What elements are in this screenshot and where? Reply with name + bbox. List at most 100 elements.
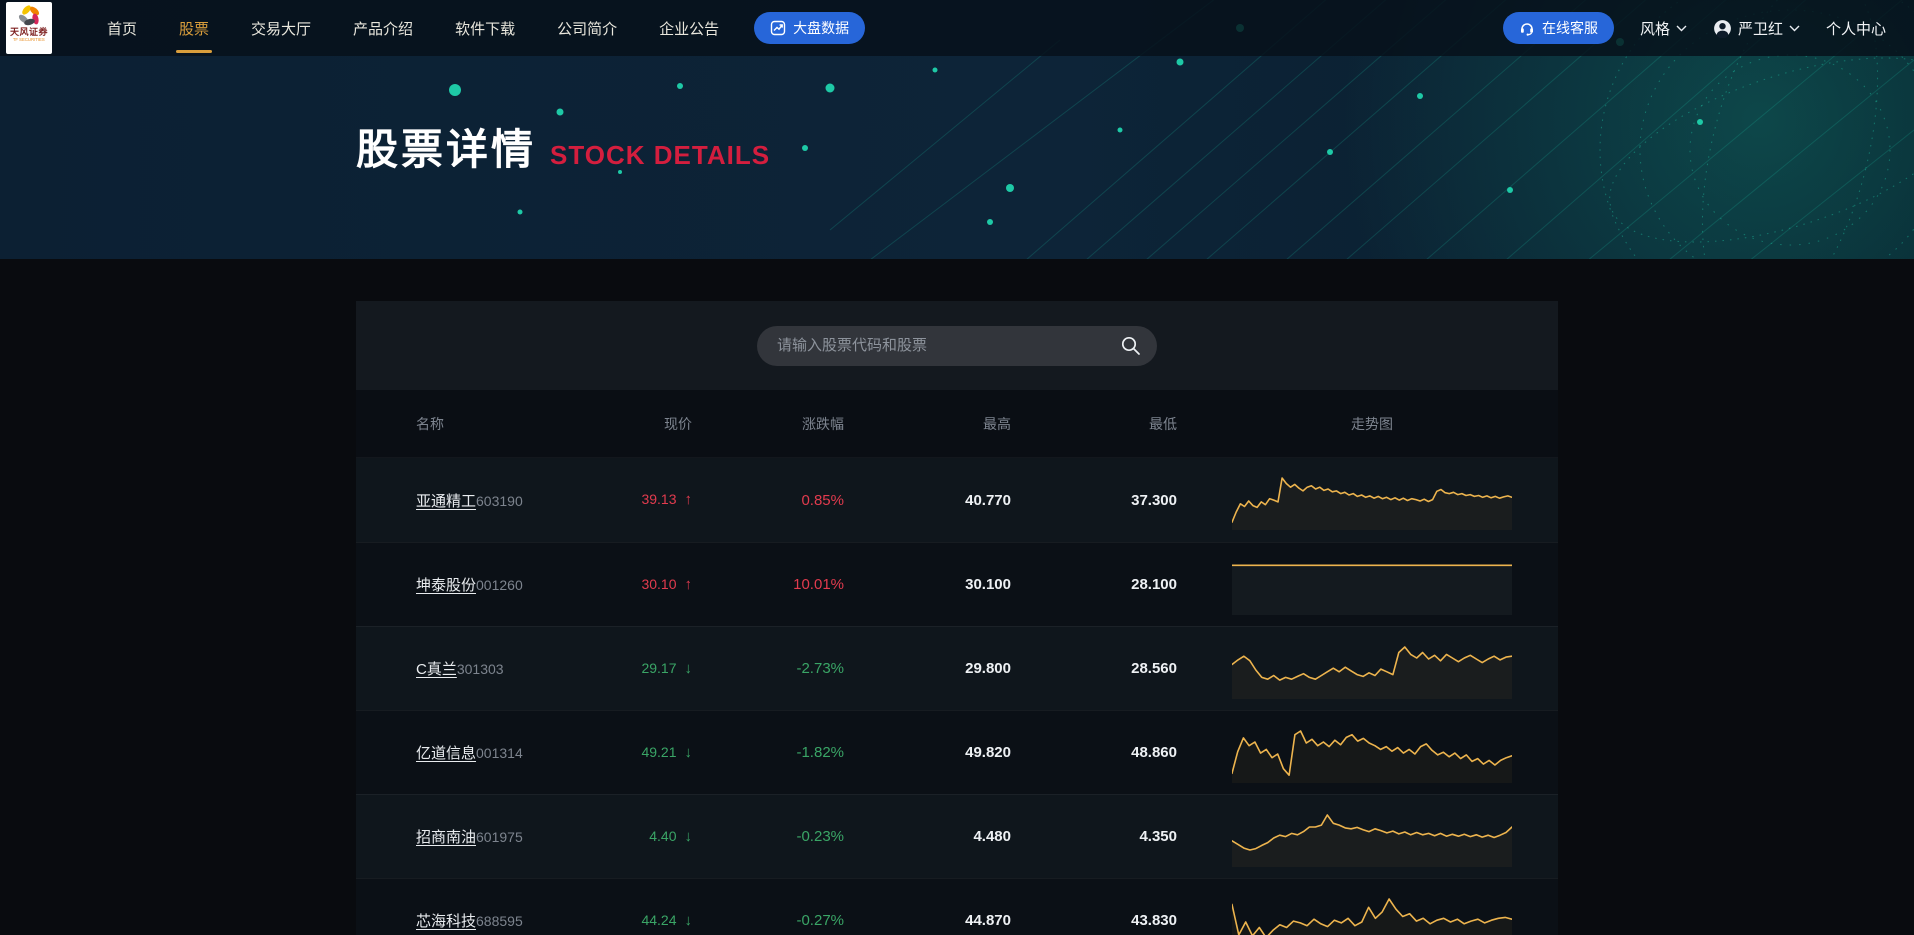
chart-icon bbox=[770, 20, 786, 36]
stock-row-688595[interactable]: 芯海科技688595 44.24 ↓ -0.27% 44.870 43.830 bbox=[356, 878, 1558, 935]
change-percent: -2.73% bbox=[796, 660, 844, 677]
current-price: 29.17 bbox=[641, 659, 677, 676]
arrow-down-icon: ↓ bbox=[684, 659, 693, 677]
stock-code: 688595 bbox=[476, 913, 523, 929]
trend-sparkline bbox=[1232, 813, 1512, 867]
stock-row-601975[interactable]: 招商南油601975 4.40 ↓ -0.23% 4.480 4.350 bbox=[356, 794, 1558, 878]
day-high: 29.800 bbox=[965, 660, 1011, 677]
stock-list-card: 名称 现价 涨跌幅 最高 最低 走势图 亚通精工603190 39.13 ↑ 0.85% 40.7… bbox=[356, 301, 1558, 935]
trend-chart-cell bbox=[1177, 891, 1558, 935]
trend-chart-cell bbox=[1177, 723, 1558, 783]
username-label: 严卫红 bbox=[1737, 20, 1783, 38]
change-percent: 10.01% bbox=[793, 576, 844, 593]
nav-item-0[interactable]: 首页 bbox=[86, 0, 158, 56]
stock-name-link[interactable]: 坤泰股份 bbox=[416, 577, 476, 594]
trend-sparkline bbox=[1232, 729, 1512, 783]
nav-item-6[interactable]: 企业公告 bbox=[638, 0, 740, 56]
column-header-4: 最低 bbox=[1149, 415, 1177, 432]
user-menu[interactable]: 严卫红 bbox=[1713, 18, 1800, 39]
arrow-down-icon: ↓ bbox=[684, 911, 693, 929]
current-price: 49.21 bbox=[641, 743, 677, 760]
day-high: 4.480 bbox=[973, 828, 1011, 845]
nav-item-5[interactable]: 公司简介 bbox=[536, 0, 638, 56]
nav-item-4[interactable]: 软件下载 bbox=[434, 0, 536, 56]
trend-sparkline bbox=[1232, 477, 1512, 530]
column-header-5: 走势图 bbox=[1351, 415, 1393, 432]
column-header-1: 现价 bbox=[664, 415, 692, 432]
headset-icon bbox=[1520, 23, 1533, 36]
search-section bbox=[356, 301, 1558, 390]
stock-search-box bbox=[757, 325, 1157, 366]
stock-row-001314[interactable]: 亿道信息001314 49.21 ↓ -1.82% 49.820 48.860 bbox=[356, 710, 1558, 794]
column-header-2: 涨跌幅 bbox=[802, 415, 844, 432]
stock-code: 301303 bbox=[456, 661, 504, 677]
day-low: 4.350 bbox=[1139, 828, 1177, 845]
search-input[interactable] bbox=[757, 325, 1157, 366]
arrow-up-icon: ↑ bbox=[684, 575, 693, 593]
trend-chart-cell bbox=[1177, 807, 1558, 867]
arrow-down-icon: ↓ bbox=[684, 827, 693, 845]
stock-row-001260[interactable]: 坤泰股份001260 30.10 ↑ 10.01% 30.100 28.100 bbox=[356, 542, 1558, 626]
stock-code: 601975 bbox=[476, 829, 523, 845]
personal-center-label: 个人中心 bbox=[1825, 20, 1886, 38]
current-price: 4.40 bbox=[649, 827, 677, 844]
stock-code: 001260 bbox=[476, 577, 523, 593]
day-low: 28.100 bbox=[1131, 576, 1177, 593]
current-price: 39.13 bbox=[641, 491, 677, 507]
change-percent: -1.82% bbox=[796, 744, 844, 761]
day-low: 37.300 bbox=[1131, 491, 1177, 509]
page-title: 股票详情 bbox=[356, 126, 537, 173]
stock-name-link[interactable]: 亚通精工 bbox=[416, 493, 476, 510]
market-data-label: 大盘数据 bbox=[793, 20, 850, 36]
table-header-row: 名称 现价 涨跌幅 最高 最低 走势图 bbox=[356, 390, 1558, 458]
arrow-down-icon: ↓ bbox=[684, 743, 693, 761]
online-service-button[interactable]: 在线客服 bbox=[1502, 12, 1614, 44]
current-price: 30.10 bbox=[641, 575, 677, 592]
style-menu[interactable]: 风格 bbox=[1640, 18, 1687, 39]
stock-code: 001314 bbox=[476, 745, 523, 761]
stock-name-link[interactable]: 亿道信息 bbox=[416, 745, 476, 762]
stock-row-603190[interactable]: 亚通精工603190 39.13 ↑ 0.85% 40.770 37.300 bbox=[356, 458, 1558, 542]
stock-row-301303[interactable]: C真兰301303 29.17 ↓ -2.73% 29.800 28.560 bbox=[356, 626, 1558, 710]
day-high: 49.820 bbox=[965, 744, 1011, 761]
main-content: 名称 现价 涨跌幅 最高 最低 走势图 亚通精工603190 39.13 ↑ 0.85% 40.7… bbox=[0, 301, 1914, 935]
personal-center-link[interactable]: 个人中心 bbox=[1826, 18, 1886, 39]
current-price: 44.24 bbox=[641, 911, 677, 928]
market-data-button[interactable]: 大盘数据 bbox=[754, 12, 866, 44]
trend-chart-cell bbox=[1177, 639, 1558, 699]
column-header-3: 最高 bbox=[983, 415, 1011, 432]
table-body: 亚通精工603190 39.13 ↑ 0.85% 40.770 37.300 坤泰股份001… bbox=[356, 458, 1558, 935]
change-percent: -0.27% bbox=[796, 912, 844, 929]
stock-name-link[interactable]: 招商南油 bbox=[416, 829, 476, 846]
search-icon[interactable] bbox=[1119, 334, 1143, 358]
banner-title-group: 股票详情 STOCK DETAILS bbox=[356, 116, 1558, 177]
nav-item-1[interactable]: 股票 bbox=[158, 0, 230, 56]
page-subtitle: STOCK DETAILS bbox=[550, 140, 771, 170]
trend-chart-cell bbox=[1177, 470, 1558, 530]
change-percent: -0.23% bbox=[796, 828, 844, 845]
stock-code: 603190 bbox=[476, 492, 523, 509]
day-high: 40.770 bbox=[965, 491, 1011, 509]
day-low: 43.830 bbox=[1131, 912, 1177, 929]
stock-details-page: 天风证券 TF SECURITIES 首页 股票 交易大厅 产品介绍 软件下载 公司简介企… bbox=[0, 0, 1914, 935]
style-menu-label: 风格 bbox=[1639, 20, 1670, 38]
stock-name-link[interactable]: 芯海科技 bbox=[416, 913, 476, 930]
column-header-0: 名称 bbox=[416, 415, 444, 432]
brand-name: 天风证券 bbox=[9, 27, 48, 37]
page-header: 天风证券 TF SECURITIES 首页 股票 交易大厅 产品介绍 软件下载 公司简介企… bbox=[0, 0, 1914, 259]
chevron-down-icon bbox=[1676, 25, 1687, 31]
brand-logo[interactable]: 天风证券 TF SECURITIES bbox=[6, 2, 52, 54]
online-service-label: 在线客服 bbox=[1541, 20, 1598, 36]
day-high: 30.100 bbox=[965, 576, 1011, 593]
nav-menu: 首页 股票 交易大厅 产品介绍 软件下载 公司简介 企业公告 bbox=[86, 0, 740, 56]
day-low: 48.860 bbox=[1131, 744, 1177, 761]
nav-item-3[interactable]: 产品介绍 bbox=[332, 0, 434, 56]
nav-item-2[interactable]: 交易大厅 bbox=[230, 0, 332, 56]
brand-subname: TF SECURITIES bbox=[13, 37, 45, 43]
avatar-icon bbox=[1714, 19, 1731, 38]
chevron-down-icon bbox=[1789, 25, 1800, 31]
arrow-up-icon: ↑ bbox=[684, 491, 693, 508]
top-navigation: 天风证券 TF SECURITIES 首页 股票 交易大厅 产品介绍 软件下载 公司简介企… bbox=[0, 0, 1914, 56]
stock-name-link[interactable]: C真兰 bbox=[416, 661, 457, 678]
trend-sparkline bbox=[1232, 645, 1512, 699]
